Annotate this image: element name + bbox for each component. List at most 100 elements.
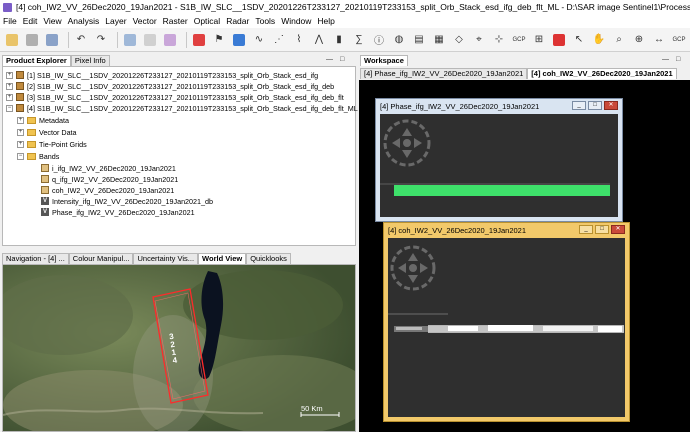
maximize-panel-icon[interactable]: □ [340,56,344,63]
expand-icon[interactable]: + [6,71,13,79]
pixel-info-icon[interactable]: ⊕ [631,32,647,48]
menu-edit[interactable]: Edit [23,16,38,26]
tab-world-view[interactable]: World View [198,253,247,264]
spectrum-icon[interactable]: ⋀ [311,32,327,48]
menu-view[interactable]: View [43,16,61,26]
tab-phase-image[interactable]: [4] Phase_ifg_IW2_VV_26Dec2020_19Jan2021 [360,68,528,79]
tree-vector-data[interactable]: + Vector Data [17,127,77,137]
statistics-icon[interactable]: ∑ [351,32,367,48]
minimize-panel-icon[interactable]: — [326,56,333,63]
tree-product-1[interactable]: + [1] S1B_IW_SLC__1SDV_20201226T233127_2… [6,70,318,80]
information-icon[interactable]: ⓘ [371,32,387,48]
phase-image-window[interactable]: [4] Phase_ifg_IW2_VV_26Dec2020_19Jan2021… [375,98,623,222]
tree-band-intensity[interactable]: V Intensity_ifg_IW2_VV_26Dec2020_19Jan20… [41,196,213,206]
expand-icon[interactable]: + [17,128,24,136]
tab-coh-image[interactable]: [4] coh_IW2_VV_26Dec2020_19Jan2021 [527,68,677,79]
flag-icon[interactable]: ⚑ [211,32,227,48]
save-product-icon[interactable] [44,32,60,48]
undo-icon[interactable]: ↶ [73,32,89,48]
tree-product-4[interactable]: − [4] S1B_IW_SLC__1SDV_20201226T233127_2… [6,103,358,113]
redo-icon[interactable]: ↷ [93,32,109,48]
product-library-icon[interactable] [122,32,138,48]
tree-band-i-ifg[interactable]: i_ifg_IW2_VV_26Dec2020_19Jan2021 [41,163,176,173]
tab-product-explorer[interactable]: Product Explorer [2,55,71,66]
collapse-icon[interactable]: − [17,152,24,160]
range-finder-icon[interactable]: ↔ [651,32,667,48]
vector-icon[interactable]: ◇ [451,32,467,48]
toolbar-separator [117,31,118,48]
menu-layer[interactable]: Layer [105,16,126,26]
tree-metadata[interactable]: + Metadata [17,115,69,125]
maximize-window-icon[interactable]: □ [588,101,602,110]
close-window-icon[interactable]: ✕ [611,225,625,234]
layers-icon[interactable]: ▤ [411,32,427,48]
menu-window[interactable]: Window [281,16,311,26]
world-map-icon[interactable]: ◍ [391,32,407,48]
tab-uncertainty-visualisation[interactable]: Uncertainty Vis... [133,253,199,264]
menu-radar[interactable]: Radar [226,16,249,26]
select-tool-icon[interactable]: ↖ [571,32,587,48]
batch-processing-icon[interactable] [162,32,178,48]
mask-icon[interactable]: ▦ [431,32,447,48]
menu-raster[interactable]: Raster [163,16,188,26]
band-maths-icon[interactable] [191,32,207,48]
tab-navigation[interactable]: Navigation - [4] ... [2,253,69,264]
product-icon [16,71,24,79]
menu-optical[interactable]: Optical [194,16,220,26]
minimize-window-icon[interactable]: _ [579,225,593,234]
tab-workspace[interactable]: Workspace [360,55,408,66]
tab-quicklooks[interactable]: Quicklooks [246,253,291,264]
minimize-panel-icon[interactable]: — [662,56,669,63]
scale-label: 50 Km [301,404,323,413]
tree-band-q-ifg[interactable]: q_ifg_IW2_VV_26Dec2020_19Jan2021 [41,174,178,184]
profile-plot-icon[interactable]: ⌇ [291,32,307,48]
close-product-icon[interactable] [24,32,40,48]
time-series-icon[interactable] [231,32,247,48]
product-icon [16,82,24,90]
wave-icon[interactable]: ∿ [251,32,267,48]
tab-pixel-info[interactable]: Pixel Info [70,55,110,66]
expand-icon[interactable]: + [17,140,24,148]
coh-image-window[interactable]: [4] coh_IW2_VV_26Dec2020_19Jan2021 _ □ ✕ [383,222,630,422]
tree-product-3[interactable]: + [3] S1B_IW_SLC__1SDV_20201226T233127_2… [6,92,344,102]
navigation-control-icon [390,245,436,291]
gcp-icon[interactable]: GCP [511,32,527,48]
grid-icon[interactable]: ⊞ [531,32,547,48]
open-product-icon[interactable] [4,32,20,48]
menu-help[interactable]: Help [317,16,334,26]
gcp-tool-icon[interactable]: GCP [671,32,687,48]
tree-band-coh[interactable]: coh_IW2_VV_26Dec2020_19Jan2021 [41,185,174,195]
menu-analysis[interactable]: Analysis [68,16,100,26]
tree-product-2[interactable]: + [2] S1B_IW_SLC__1SDV_20201226T233127_2… [6,81,334,91]
expand-icon[interactable]: + [17,116,24,124]
scatter-icon[interactable]: ⋰ [271,32,287,48]
placemark-icon[interactable]: ⌖ [471,32,487,48]
minimize-window-icon[interactable]: _ [572,101,586,110]
graph-builder-icon[interactable] [142,32,158,48]
close-window-icon[interactable]: ✕ [604,101,618,110]
magic-wand-icon[interactable] [551,32,567,48]
maximize-window-icon[interactable]: □ [595,225,609,234]
maximize-panel-icon[interactable]: □ [676,56,680,63]
tree-bands[interactable]: − Bands [17,151,59,161]
tree-tie-point-grids[interactable]: + Tie-Point Grids [17,139,87,149]
menu-vector[interactable]: Vector [133,16,157,26]
tree-band-phase[interactable]: V Phase_ifg_IW2_VV_26Dec2020_19Jan2021 [41,207,195,217]
pin-icon[interactable]: ⊹ [491,32,507,48]
phase-image-view[interactable] [380,114,618,217]
pan-tool-icon[interactable]: ✋ [591,32,607,48]
folder-icon [27,128,36,136]
histogram-icon[interactable]: ▮ [331,32,347,48]
menu-file[interactable]: File [3,16,17,26]
coh-image-view[interactable] [388,238,625,417]
expand-icon[interactable]: + [6,93,13,101]
tab-colour-manipulation[interactable]: Colour Manipul... [68,253,134,264]
menu-tools[interactable]: Tools [255,16,275,26]
phase-image-canvas [380,119,610,196]
expand-icon[interactable]: + [6,82,13,90]
world-view-map[interactable]: 3 2 1 4 50 Km [2,264,356,432]
band-icon [41,186,49,194]
collapse-icon[interactable]: − [6,104,13,112]
zoom-tool-icon[interactable]: ⌕ [611,32,627,48]
menu-bar: File Edit View Analysis Layer Vector Ras… [0,14,690,28]
